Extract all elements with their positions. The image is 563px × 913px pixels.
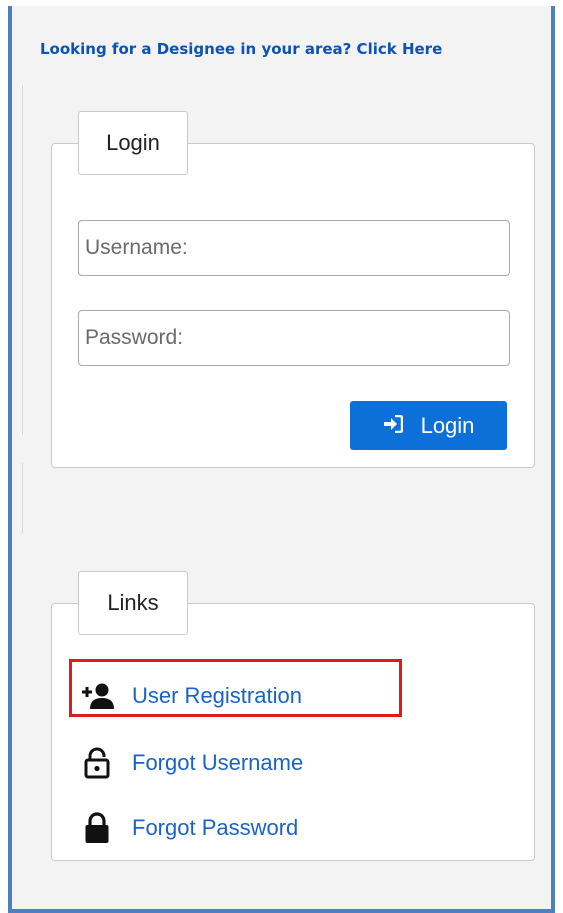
sign-in-icon xyxy=(383,413,403,439)
user-registration-highlight-box xyxy=(69,659,402,717)
forgot-username-label: Forgot Username xyxy=(132,750,304,775)
login-legend: Login xyxy=(78,111,188,175)
username-input[interactable] xyxy=(78,220,510,276)
designee-search-link[interactable]: Looking for a Designee in your area? Cli… xyxy=(40,40,442,58)
password-input[interactable] xyxy=(78,310,510,366)
forgot-password-label: Forgot Password xyxy=(132,815,299,840)
login-button[interactable]: Login xyxy=(350,401,507,450)
side-divider-lower xyxy=(22,463,23,533)
login-panel: Login Login xyxy=(51,111,535,468)
lock-open-icon xyxy=(80,746,114,780)
login-button-label: Login xyxy=(420,412,475,438)
forgot-username-link[interactable]: Forgot Username xyxy=(80,743,303,783)
frame-top-edge xyxy=(8,0,555,6)
side-divider-upper xyxy=(22,85,23,435)
forgot-password-link[interactable]: Forgot Password xyxy=(80,808,298,848)
links-legend: Links xyxy=(78,571,188,635)
links-panel: Links User Registration Forgot Username xyxy=(51,571,535,861)
lock-icon xyxy=(80,811,114,845)
